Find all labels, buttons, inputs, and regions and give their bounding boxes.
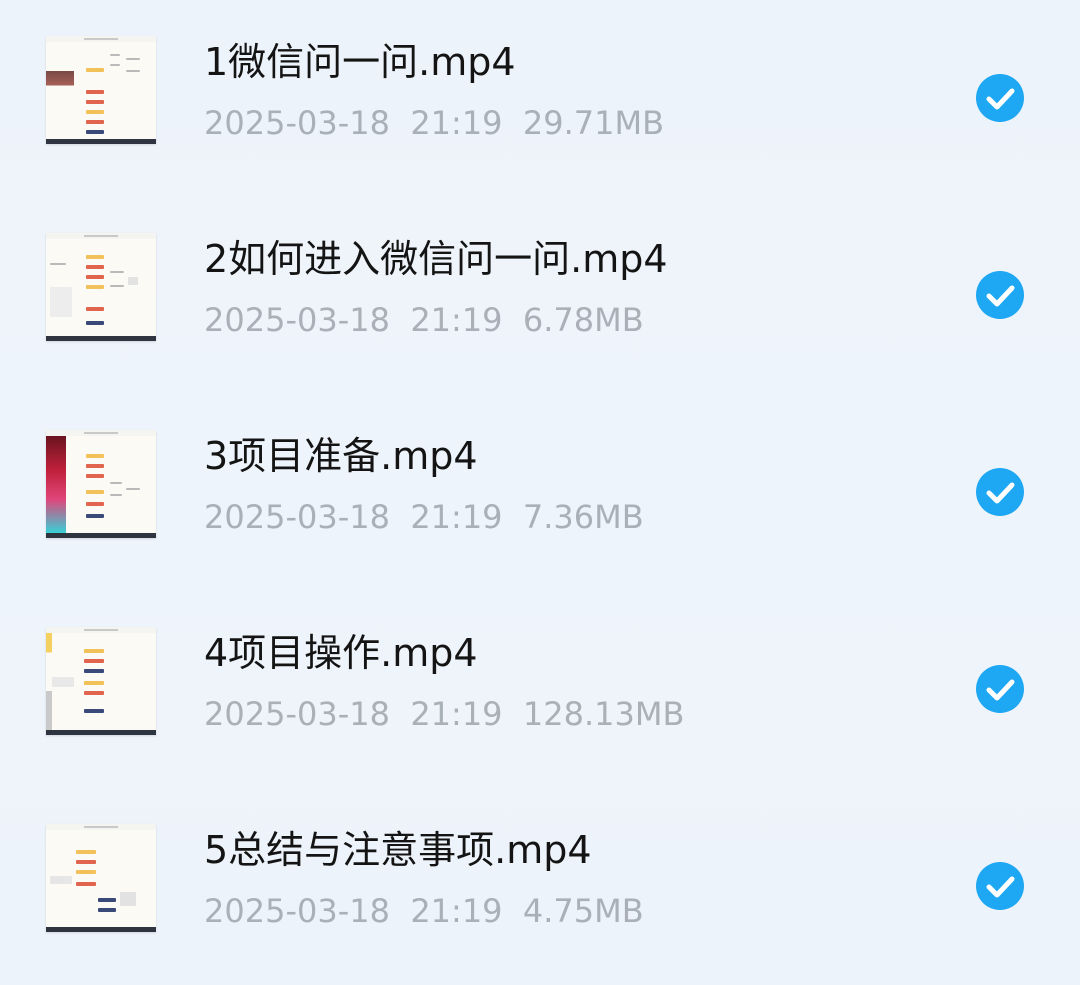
file-time: 21:19 bbox=[410, 892, 503, 930]
file-time: 21:19 bbox=[410, 695, 503, 733]
video-thumbnail bbox=[46, 824, 156, 932]
file-meta: 2025-03-18 21:19 7.36MB bbox=[204, 497, 644, 537]
file-row[interactable]: 4项目操作.mp4 2025-03-18 21:19 128.13MB bbox=[0, 591, 1080, 788]
check-circle-icon[interactable] bbox=[976, 862, 1024, 910]
file-date: 2025-03-18 bbox=[204, 498, 390, 536]
file-row[interactable]: 3项目准备.mp4 2025-03-18 21:19 7.36MB bbox=[0, 394, 1080, 591]
video-thumbnail bbox=[46, 430, 156, 538]
file-row[interactable]: 2如何进入微信问一问.mp4 2025-03-18 21:19 6.78MB bbox=[0, 197, 1080, 394]
file-meta: 2025-03-18 21:19 4.75MB bbox=[204, 891, 644, 931]
check-circle-icon[interactable] bbox=[976, 271, 1024, 319]
check-circle-icon[interactable] bbox=[976, 665, 1024, 713]
check-circle-icon[interactable] bbox=[976, 468, 1024, 516]
file-size: 128.13MB bbox=[522, 695, 685, 733]
file-time: 21:19 bbox=[410, 104, 503, 142]
file-meta: 2025-03-18 21:19 29.71MB bbox=[204, 103, 664, 143]
file-meta: 2025-03-18 21:19 128.13MB bbox=[204, 694, 684, 734]
file-name: 1微信问一问.mp4 bbox=[204, 40, 516, 84]
file-date: 2025-03-18 bbox=[204, 892, 390, 930]
file-date: 2025-03-18 bbox=[204, 301, 390, 339]
file-name: 5总结与注意事项.mp4 bbox=[204, 828, 592, 872]
file-name: 3项目准备.mp4 bbox=[204, 434, 478, 478]
file-name: 2如何进入微信问一问.mp4 bbox=[204, 237, 668, 281]
file-date: 2025-03-18 bbox=[204, 695, 390, 733]
file-meta: 2025-03-18 21:19 6.78MB bbox=[204, 300, 644, 340]
file-size: 6.78MB bbox=[522, 301, 644, 339]
video-thumbnail bbox=[46, 233, 156, 341]
file-size: 4.75MB bbox=[522, 892, 644, 930]
file-time: 21:19 bbox=[410, 498, 503, 536]
file-row[interactable]: 5总结与注意事项.mp4 2025-03-18 21:19 4.75MB bbox=[0, 788, 1080, 985]
file-row[interactable]: 1微信问一问.mp4 2025-03-18 21:19 29.71MB bbox=[0, 0, 1080, 197]
check-circle-icon[interactable] bbox=[976, 74, 1024, 122]
file-list: 1微信问一问.mp4 2025-03-18 21:19 29.71MB 2如何进… bbox=[0, 0, 1080, 971]
video-thumbnail bbox=[46, 627, 156, 735]
file-name: 4项目操作.mp4 bbox=[204, 631, 478, 675]
file-time: 21:19 bbox=[410, 301, 503, 339]
file-size: 29.71MB bbox=[522, 104, 665, 142]
file-size: 7.36MB bbox=[522, 498, 644, 536]
video-thumbnail bbox=[46, 36, 156, 144]
file-date: 2025-03-18 bbox=[204, 104, 390, 142]
